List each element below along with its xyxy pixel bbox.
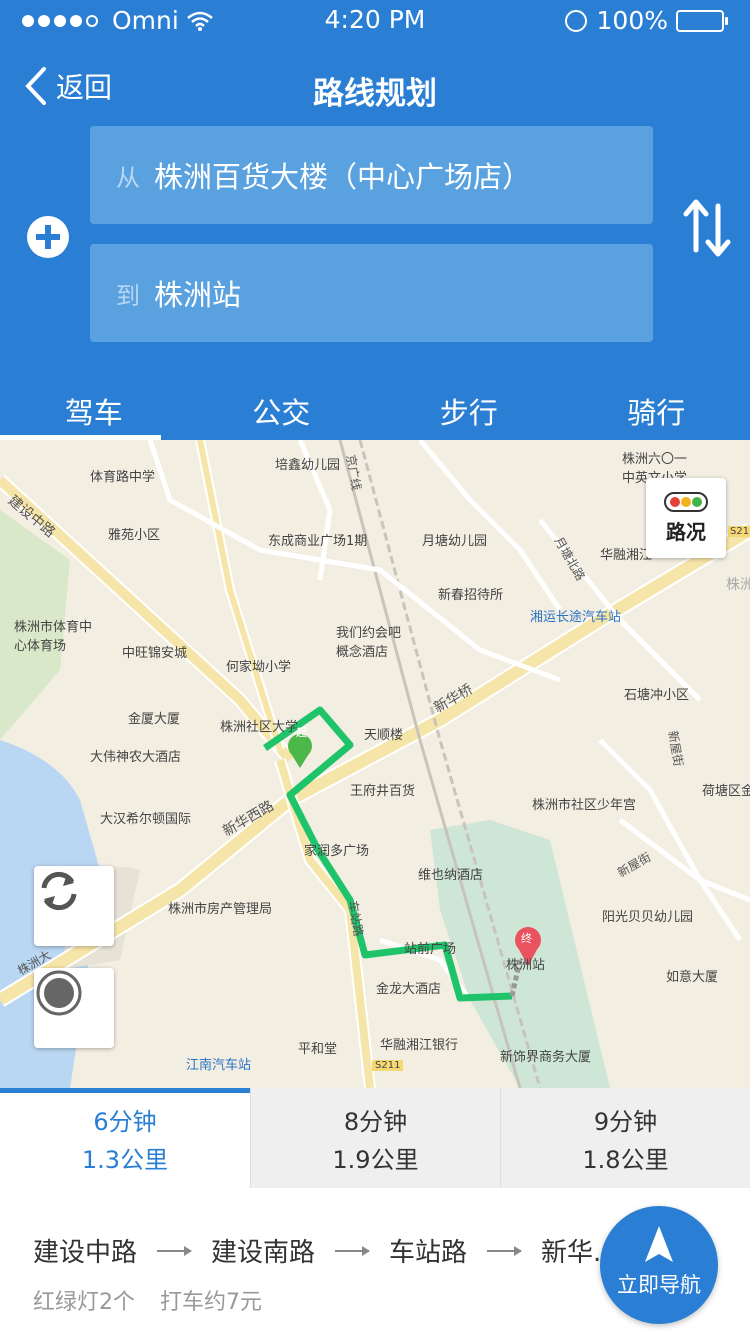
- mode-tabs: 驾车 公交 步行 骑行: [0, 376, 750, 440]
- route-option-3[interactable]: 9分钟 1.8公里: [500, 1088, 750, 1188]
- taxi-fare: 打车约7元: [160, 1290, 262, 1315]
- route-time: 9分钟: [593, 1108, 658, 1136]
- refresh-button[interactable]: [34, 866, 114, 946]
- map-poi[interactable]: 新春招待所: [438, 584, 503, 603]
- from-value: 株洲百货大楼（中心广场店）: [154, 160, 532, 194]
- arrow-right-icon: [335, 1245, 371, 1256]
- map-poi[interactable]: 何家坳小学: [226, 656, 291, 675]
- route-step: 车站路: [389, 1238, 468, 1268]
- map-view[interactable]: 起 终 体育路中学 培鑫幼儿园 株洲六〇一中英文小学 建设中路 雅苑小区 东成商…: [0, 440, 750, 1088]
- map-poi[interactable]: 株洲市体育中心体育场: [14, 616, 94, 654]
- route-distance: 1.3公里: [81, 1146, 169, 1174]
- tab-bike[interactable]: 骑行: [563, 376, 750, 440]
- battery-area: 100%: [564, 6, 728, 35]
- add-waypoint-button[interactable]: [27, 216, 69, 258]
- map-poi[interactable]: 天顺楼: [364, 724, 403, 743]
- road-shield: S211: [372, 1060, 404, 1071]
- map-poi[interactable]: 株洲站: [506, 954, 545, 973]
- map-poi: 株洲: [726, 577, 750, 593]
- map-poi[interactable]: 石塘冲小区: [624, 684, 689, 703]
- start-navigation-button[interactable]: 立即导航: [600, 1206, 718, 1324]
- swap-icon[interactable]: [682, 198, 732, 258]
- route-distance: 1.9公里: [332, 1146, 419, 1174]
- map-poi[interactable]: 大伟神农大酒店: [90, 746, 181, 765]
- from-field[interactable]: 从 株洲百货大楼（中心广场店）: [90, 126, 653, 224]
- arrow-right-icon: [487, 1245, 523, 1256]
- traffic-light-count: 红绿灯2个: [33, 1290, 135, 1315]
- map-poi[interactable]: 站前广场: [404, 938, 456, 957]
- map-poi[interactable]: 大汉希尔顿国际: [100, 808, 191, 827]
- battery-percent: 100%: [596, 6, 668, 35]
- map-poi[interactable]: 株洲市社区少年宫: [532, 794, 636, 813]
- arrow-right-icon: [157, 1245, 193, 1256]
- location-icon: [36, 970, 82, 1016]
- map-poi[interactable]: 华融湘江银行: [380, 1034, 458, 1053]
- map-poi[interactable]: 中旺锦安城: [122, 642, 187, 661]
- map-poi[interactable]: 湘运长途汽车站: [530, 606, 621, 625]
- map-poi[interactable]: 华融湘江: [600, 544, 652, 563]
- map-poi[interactable]: 我们约会吧概念酒店: [336, 622, 406, 660]
- route-options: 6分钟 1.3公里 8分钟 1.9公里 9分钟 1.8公里: [0, 1088, 750, 1188]
- map-poi[interactable]: 如意大厦: [666, 966, 718, 985]
- route-summary: 红绿灯2个 打车约7元: [33, 1284, 280, 1316]
- map-poi[interactable]: 王府井百货: [350, 780, 415, 799]
- map-poi[interactable]: 金龙大酒店: [376, 978, 441, 997]
- map-poi[interactable]: 株洲社区大学: [220, 716, 298, 735]
- map-poi[interactable]: 体育路中学: [90, 466, 155, 485]
- tab-walk[interactable]: 步行: [375, 376, 563, 440]
- map-poi[interactable]: 株洲市房产管理局: [168, 898, 272, 917]
- map-poi[interactable]: 维也纳酒店: [418, 864, 483, 883]
- to-field[interactable]: 到 株洲站: [90, 244, 653, 342]
- page-title: 路线规划: [313, 76, 437, 112]
- map-poi[interactable]: 阳光贝贝幼儿园: [602, 906, 693, 925]
- battery-icon: [676, 9, 728, 32]
- from-prefix: 从: [116, 163, 140, 192]
- route-step: 建设南路: [211, 1238, 316, 1268]
- route-option-2[interactable]: 8分钟 1.9公里: [250, 1088, 500, 1188]
- refresh-icon: [41, 871, 77, 911]
- tab-bus[interactable]: 公交: [188, 376, 376, 440]
- route-steps: 建设中路 建设南路 车站路 新华...: [33, 1232, 618, 1269]
- map-poi[interactable]: 月塘幼儿园: [422, 530, 487, 549]
- map-poi[interactable]: 荷塘区金: [702, 780, 750, 799]
- navbar: 返回 路线规划: [0, 58, 750, 118]
- status-bar: Omni 4:20 PM 100%: [0, 0, 750, 40]
- road-shield: S211: [728, 526, 750, 537]
- traffic-label: 路况: [666, 520, 706, 544]
- map-poi[interactable]: 平和堂: [298, 1038, 337, 1057]
- traffic-toggle-button[interactable]: 路况: [646, 478, 726, 558]
- map-poi[interactable]: 家润多广场: [304, 840, 369, 859]
- map-poi[interactable]: 雅苑小区: [108, 524, 160, 543]
- locate-button[interactable]: [34, 968, 114, 1048]
- route-distance: 1.8公里: [582, 1146, 669, 1174]
- map-poi[interactable]: 新饰界商务大厦: [500, 1046, 591, 1065]
- route-step: 建设中路: [33, 1238, 138, 1268]
- end-marker-label: 终: [521, 932, 532, 945]
- route-option-1[interactable]: 6分钟 1.3公里: [0, 1088, 250, 1188]
- route-time: 6分钟: [93, 1108, 157, 1136]
- map-poi[interactable]: 培鑫幼儿园: [275, 454, 340, 473]
- navigate-label: 立即导航: [617, 1273, 701, 1297]
- map-poi[interactable]: 东成商业广场1期: [268, 530, 367, 549]
- navigation-arrow-icon: [645, 1226, 673, 1262]
- route-time: 8分钟: [343, 1108, 408, 1136]
- rotation-lock-icon: [564, 9, 587, 32]
- to-value: 株洲站: [154, 278, 242, 312]
- traffic-light-icon: [664, 492, 708, 512]
- map-poi[interactable]: 江南汽车站: [186, 1054, 251, 1073]
- tab-drive[interactable]: 驾车: [0, 376, 188, 440]
- map-poi[interactable]: 金厦大厦: [128, 708, 180, 727]
- header: Omni 4:20 PM 100% 返回 路线规划 从 株洲百货大楼（中心广场店…: [0, 0, 750, 440]
- to-prefix: 到: [116, 281, 140, 310]
